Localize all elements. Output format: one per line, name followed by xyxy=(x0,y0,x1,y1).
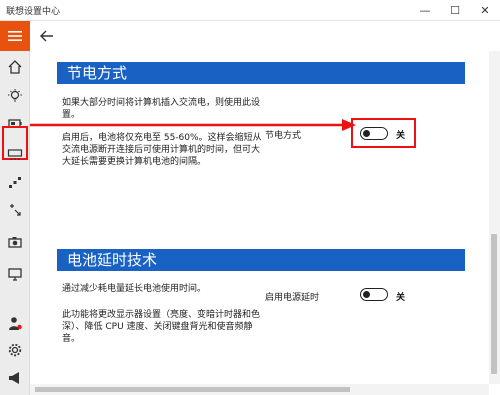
power-saving-toggle[interactable] xyxy=(360,127,388,140)
battery-extend-toggle-state: 关 xyxy=(396,293,406,303)
hamburger-menu-button[interactable] xyxy=(0,21,30,51)
battery-extend-toggle[interactable] xyxy=(360,288,388,301)
title-bar: 联想设置中心 — ☐ ✕ xyxy=(0,0,500,21)
vertical-scrollbar[interactable] xyxy=(489,51,500,384)
gear-icon[interactable] xyxy=(5,341,25,359)
battery-extend-detail: 此功能将更改显示器设置（亮度、变暗计时器和色深）、降低 CPU 速度、关闭键盘背… xyxy=(62,310,261,344)
horizontal-scrollbar[interactable] xyxy=(30,384,489,395)
toggle-knob xyxy=(363,291,370,298)
hamburger-icon xyxy=(8,31,22,41)
camera-icon[interactable] xyxy=(5,233,25,251)
maximize-button[interactable]: ☐ xyxy=(440,0,470,21)
home-icon[interactable] xyxy=(5,58,25,76)
vertical-scroll-thumb[interactable] xyxy=(491,234,497,374)
lightbulb-icon[interactable] xyxy=(5,87,25,105)
section-header-power-saving: 节电方式 xyxy=(57,62,465,84)
display-icon[interactable] xyxy=(5,265,25,283)
close-button[interactable]: ✕ xyxy=(470,0,500,21)
keyboard-icon[interactable] xyxy=(5,145,25,163)
back-arrow-icon xyxy=(40,30,53,42)
megaphone-icon[interactable] xyxy=(5,369,25,387)
user-icon[interactable] xyxy=(5,314,25,332)
back-button[interactable] xyxy=(38,27,56,45)
minimize-button[interactable]: — xyxy=(410,0,440,21)
toggle-knob xyxy=(363,130,370,137)
section-header-battery-extend: 电池延时技术 xyxy=(57,249,465,271)
power-saving-detail: 启用后，电池将仅充电至 55-60%。这样会缩短从交流电源断开连接后可使用计算机… xyxy=(62,133,262,167)
touchpad-icon[interactable] xyxy=(5,201,25,219)
battery-extend-description: 通过减少耗电量延长电池使用时间。 xyxy=(62,284,207,294)
power-saving-toggle-state: 关 xyxy=(396,131,406,141)
battery-extend-label: 启用电源延时 xyxy=(265,293,320,303)
horizontal-scroll-thumb[interactable] xyxy=(35,387,350,392)
network-icon[interactable] xyxy=(5,173,25,191)
window-title: 联想设置中心 xyxy=(6,7,61,17)
annotation-arrow xyxy=(30,119,356,131)
top-bar xyxy=(30,21,500,51)
sidebar xyxy=(0,21,30,395)
